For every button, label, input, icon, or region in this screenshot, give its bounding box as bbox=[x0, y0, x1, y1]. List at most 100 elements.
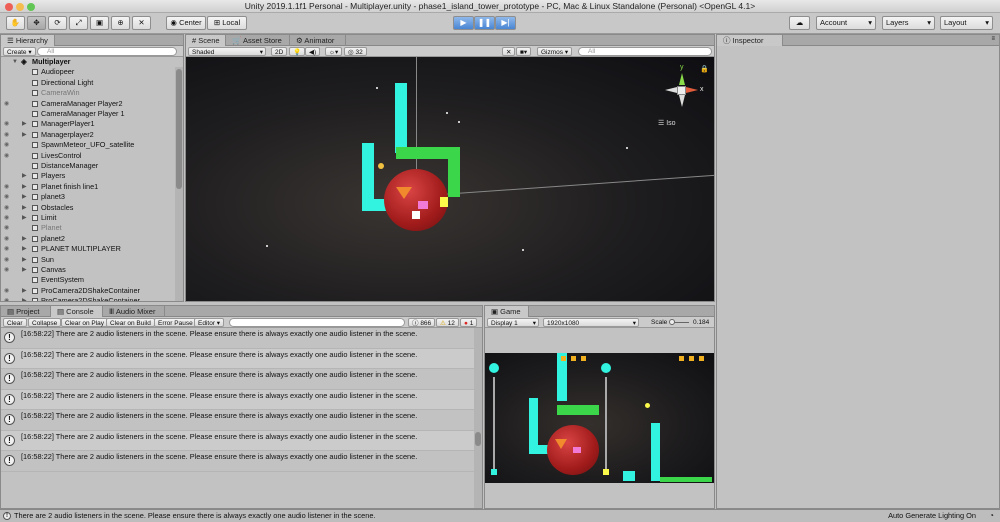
tab-inspector[interactable]: ⓘ Inspector bbox=[717, 35, 783, 46]
hierarchy-item[interactable]: ▶ Players bbox=[1, 171, 175, 181]
visibility-eye-icon[interactable]: ◉ bbox=[4, 265, 9, 275]
hierarchy-item[interactable]: ◉ ▶ planet3 bbox=[1, 192, 175, 202]
hierarchy-item[interactable]: ◉ LivesControl bbox=[1, 151, 175, 161]
error-pause-toggle[interactable]: Error Pause bbox=[154, 318, 197, 327]
visibility-eye-icon[interactable]: ◉ bbox=[4, 182, 9, 192]
hierarchy-item[interactable]: ◉ ▶ Canvas bbox=[1, 265, 175, 275]
console-log-entry[interactable]: ! [16:58:22] There are 2 audio listeners … bbox=[1, 451, 474, 472]
hierarchy-item[interactable]: ◉ Planet bbox=[1, 223, 175, 233]
move-tool-icon[interactable]: ✥ bbox=[27, 16, 46, 30]
clear-on-play-toggle[interactable]: Clear on Play bbox=[61, 318, 109, 327]
console-log-entry[interactable]: ! [16:58:22] There are 2 audio listeners … bbox=[1, 348, 474, 369]
visibility-eye-icon[interactable]: ◉ bbox=[4, 223, 9, 233]
camera-icon[interactable]: ■▾ bbox=[516, 47, 532, 56]
hierarchy-item[interactable]: ◉ ▶ Limit bbox=[1, 213, 175, 223]
hierarchy-item[interactable]: ◉ ▶ Sun bbox=[1, 255, 175, 265]
platform-block[interactable] bbox=[448, 147, 460, 197]
hierarchy-search-input[interactable]: All bbox=[37, 47, 177, 56]
visibility-eye-icon[interactable]: ◉ bbox=[4, 192, 9, 202]
minimize-window-button[interactable] bbox=[16, 3, 24, 11]
shading-mode-dropdown[interactable]: Shaded ▾ bbox=[188, 47, 266, 56]
lighting-icon[interactable]: 💡 bbox=[289, 47, 306, 56]
console-log-entry[interactable]: ! [16:58:22] There are 2 audio listeners … bbox=[1, 430, 474, 451]
hierarchy-item[interactable]: Audiopeer bbox=[1, 67, 175, 77]
hand-tool-icon[interactable]: ✋ bbox=[6, 16, 25, 30]
visibility-eye-icon[interactable]: ◉ bbox=[4, 213, 9, 223]
lock-icon[interactable]: 🔒 bbox=[700, 65, 709, 73]
scale-tool-icon[interactable]: ⤢ bbox=[69, 16, 88, 30]
visibility-eye-icon[interactable]: ◉ bbox=[4, 119, 9, 129]
hierarchy-item[interactable]: ◉ CameraManager Player2 bbox=[1, 99, 175, 109]
cloud-icon[interactable]: ☁ bbox=[789, 16, 810, 30]
gizmos-dropdown[interactable]: Gizmos ▾ bbox=[537, 47, 573, 56]
close-window-button[interactable] bbox=[5, 3, 13, 11]
tab-game[interactable]: ▣ Game bbox=[485, 306, 529, 317]
tab-asset-store[interactable]: 🛒 Asset Store bbox=[226, 35, 290, 46]
slider-handle[interactable] bbox=[669, 319, 675, 325]
hierarchy-item[interactable]: ◉ ▶ PLANET MULTIPLAYER bbox=[1, 244, 175, 254]
visibility-eye-icon[interactable]: ◉ bbox=[4, 296, 9, 301]
hierarchy-item[interactable]: EventSystem bbox=[1, 275, 175, 285]
chevron-right-icon[interactable]: ▶ bbox=[22, 119, 27, 129]
neg-x-cone[interactable] bbox=[665, 87, 677, 93]
console-log-entry[interactable]: ! [16:58:22] There are 2 audio listeners … bbox=[1, 328, 474, 349]
layout-dropdown[interactable]: Layout ▾ bbox=[940, 16, 993, 30]
hierarchy-item[interactable]: CameraWin bbox=[1, 88, 175, 98]
tower-block[interactable] bbox=[362, 199, 386, 211]
tools-icon[interactable]: ✕ bbox=[502, 47, 516, 56]
hierarchy-item[interactable]: CameraManager Player 1 bbox=[1, 109, 175, 119]
chevron-right-icon[interactable]: ▶ bbox=[22, 192, 27, 202]
visibility-eye-icon[interactable]: ◉ bbox=[4, 140, 9, 150]
orientation-gizmo[interactable]: y x ☰ Iso bbox=[656, 64, 706, 127]
console-log-entry[interactable]: ! [16:58:22] There are 2 audio listeners … bbox=[1, 410, 474, 431]
hierarchy-item[interactable]: ◉ ▶ ManagerPlayer1 bbox=[1, 119, 175, 129]
warning-filter-toggle[interactable]: ⚠ 12 bbox=[436, 318, 459, 327]
hierarchy-item[interactable]: ◉ ▶ ProCamera2DShakeContainer bbox=[1, 286, 175, 296]
clear-on-build-toggle[interactable]: Clear on Build bbox=[106, 318, 155, 327]
zoom-window-button[interactable] bbox=[27, 3, 35, 11]
rect-tool-icon[interactable]: ▣ bbox=[90, 16, 109, 30]
error-filter-toggle[interactable]: ● 1 bbox=[460, 318, 478, 327]
visibility-eye-icon[interactable]: ◉ bbox=[4, 244, 9, 254]
console-log-entry[interactable]: ! [16:58:22] There are 2 audio listeners … bbox=[1, 369, 474, 390]
display-dropdown[interactable]: Display 1 ▾ bbox=[487, 318, 539, 327]
transform-tool-icon[interactable]: ⊕ bbox=[111, 16, 130, 30]
chevron-right-icon[interactable]: ▶ bbox=[22, 255, 27, 265]
tower-block[interactable] bbox=[395, 83, 407, 153]
chevron-down-icon[interactable]: ▼ bbox=[12, 57, 18, 67]
collapse-toggle[interactable]: Collapse bbox=[28, 318, 62, 327]
console-search-input[interactable] bbox=[229, 318, 405, 327]
tab-hierarchy[interactable]: ☰ Hierarchy bbox=[1, 35, 55, 46]
resolution-dropdown[interactable]: 1920x1080 ▾ bbox=[543, 318, 639, 327]
tab-audio-mixer[interactable]: Ⅲ Audio Mixer bbox=[103, 306, 165, 317]
hierarchy-item[interactable]: DistanceManager bbox=[1, 161, 175, 171]
visibility-eye-icon[interactable]: ◉ bbox=[4, 255, 9, 265]
console-log-entry[interactable]: ! [16:58:22] There are 2 audio listeners … bbox=[1, 389, 474, 410]
hierarchy-item[interactable]: ◉ SpawnMeteor_UFO_satellite bbox=[1, 140, 175, 150]
chevron-right-icon[interactable]: ▶ bbox=[22, 203, 27, 213]
scrollbar-thumb[interactable] bbox=[176, 69, 182, 189]
status-bar[interactable]: ! There are 2 audio listeners in the sce… bbox=[0, 509, 1000, 522]
scene-root[interactable]: ▼ ◈ Multiplayer bbox=[1, 57, 175, 67]
clear-button[interactable]: Clear bbox=[3, 318, 27, 327]
hierarchy-item[interactable]: Directional Light bbox=[1, 78, 175, 88]
chevron-right-icon[interactable]: ▶ bbox=[22, 296, 27, 301]
chevron-right-icon[interactable]: ▶ bbox=[22, 244, 27, 254]
scene-viewport[interactable]: y x ☰ Iso 🔒 bbox=[186, 57, 714, 301]
console-scrollbar[interactable] bbox=[474, 328, 482, 508]
visibility-eye-icon[interactable]: ◉ bbox=[4, 234, 9, 244]
tab-animator[interactable]: ⚙ Animator bbox=[290, 35, 346, 46]
chevron-right-icon[interactable]: ▶ bbox=[22, 182, 27, 192]
log-filter-toggle[interactable]: ⓘ 866 bbox=[408, 318, 436, 327]
visibility-eye-icon[interactable]: ◉ bbox=[4, 130, 9, 140]
visibility-eye-icon[interactable]: ◉ bbox=[4, 203, 9, 213]
visibility-eye-icon[interactable]: ◉ bbox=[4, 151, 9, 161]
planet[interactable] bbox=[384, 169, 448, 231]
hierarchy-scrollbar[interactable] bbox=[175, 67, 183, 301]
iso-label[interactable]: ☰ Iso bbox=[658, 119, 676, 127]
x-axis-cone[interactable] bbox=[686, 87, 698, 93]
scene-search-input[interactable]: All bbox=[578, 47, 712, 56]
pause-button[interactable]: ❚❚ bbox=[474, 16, 495, 30]
layers-dropdown[interactable]: Layers ▾ bbox=[882, 16, 935, 30]
play-button[interactable]: ▶ bbox=[453, 16, 474, 30]
